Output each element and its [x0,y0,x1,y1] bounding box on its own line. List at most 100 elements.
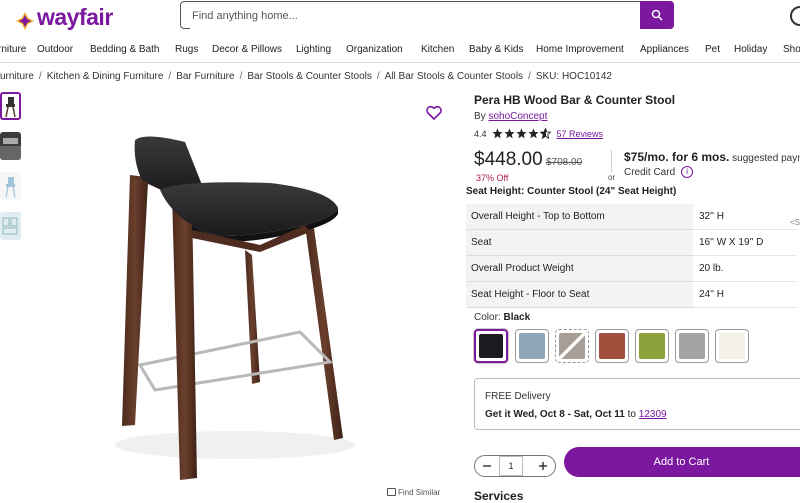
zip-link[interactable]: 12309 [639,409,667,420]
swatch-taupe[interactable] [555,329,589,363]
thumbnail-2[interactable] [0,132,21,160]
swatch-rust[interactable] [595,329,629,363]
quantity-input[interactable]: 1 [499,456,523,476]
spec-label: Overall Height - Top to Bottom [466,204,694,230]
breadcrumb: urniture / Kitchen & Dining Furniture / Bar … [0,71,612,82]
nav-item-organization[interactable]: Organization [346,44,403,55]
selected-color: Black [503,312,531,323]
delivery-box: FREE Delivery Get it Wed, Oct 8 - Sat, O… [474,378,800,430]
search-bar [180,1,674,29]
spec-value: 20 lb. [693,255,796,282]
financing-suffix: suggested paym [729,153,800,164]
seat-height-option: Seat Height: Counter Stool (24" Seat Hei… [466,186,677,197]
wayfair-logo-icon [16,9,34,30]
blue-stool-thumb-icon [5,177,16,198]
nav-item-outdoor[interactable]: Outdoor [37,44,73,55]
thumbnail-3[interactable] [0,172,21,200]
search-input[interactable] [190,3,649,29]
logo-text: wayfair [37,4,113,30]
spec-label: Overall Product Weight [466,255,694,282]
nav-item-shop[interactable]: Sho [783,44,800,55]
minus-icon [483,465,491,467]
search-button[interactable] [640,1,674,29]
brand-link[interactable]: sohoConcept [488,111,547,122]
services-heading: Services [474,489,524,503]
breadcrumb-item[interactable]: Kitchen & Dining Furniture [47,71,164,82]
or-label: or [608,173,616,182]
nav-item-rugs[interactable]: Rugs [175,44,198,55]
category-nav: rniture Outdoor Bedding & Bath Rugs Deco… [0,40,800,63]
star-icon [491,128,503,139]
swatch-fill [599,333,625,359]
plus-icon [539,462,547,470]
nav-item-baby-kids[interactable]: Baby & Kids [469,44,523,55]
nav-item-holiday[interactable]: Holiday [734,44,767,55]
nav-item-pet[interactable]: Pet [705,44,720,55]
sale-price: $448.00 [474,149,543,170]
discount-badge: 37% Off [476,173,509,183]
nav-item-kitchen[interactable]: Kitchen [421,44,454,55]
find-similar-label: Find Similar [398,488,441,497]
rating-value: 4.4 [474,128,487,139]
color-label: Color: Black [474,312,530,323]
add-to-cart-button[interactable]: Add to Cart [564,447,800,477]
credit-card-row: Credit Card i [624,166,694,178]
by-label: By [474,111,486,122]
sku: SKU: HOC10142 [535,71,612,82]
spec-value: 32'' H [693,204,796,230]
info-icon[interactable]: i [681,166,694,178]
stool-thumb-icon [5,97,16,118]
swatch-fill [639,333,665,359]
heart-icon[interactable] [425,104,443,122]
swatch-black[interactable] [474,329,508,363]
spec-row: Seat Height - Floor to Seat 24'' H [466,281,796,308]
financing-offer: $75/mo. for 6 mos. suggested paym [624,150,800,164]
search-icon [651,9,663,21]
breadcrumb-item[interactable]: urniture [0,71,34,82]
nav-item-decor[interactable]: Decor & Pillows [212,44,282,55]
product-image [115,136,355,480]
swatch-gray[interactable] [675,329,709,363]
delivery-window: Get it Wed, Oct 8 - Sat, Oct 11 [485,409,625,420]
nav-item-bedding[interactable]: Bedding & Bath [90,44,160,55]
star-rating [491,128,552,139]
increment-button[interactable] [531,456,555,476]
breadcrumb-item[interactable]: Bar Stools & Counter Stools [247,71,372,82]
byline: By sohoConcept [474,111,547,122]
account-icon[interactable] [790,6,800,26]
room-thumb-icon [0,138,21,160]
swatch-fill [679,333,705,359]
delivery-title: FREE Delivery [485,391,551,402]
find-similar-button[interactable]: Find Similar [387,488,440,497]
thumbnail-1[interactable] [0,92,21,120]
star-icon [527,128,539,139]
breadcrumb-item[interactable]: Bar Furniture [176,71,234,82]
swatch-fill [479,334,503,358]
star-icon [515,128,527,139]
reviews-link[interactable]: 57 Reviews [557,129,604,139]
financing-amount: $75/mo. for 6 mos. [624,150,730,164]
swatch-green[interactable] [635,329,669,363]
nav-item-furniture[interactable]: rniture [0,44,26,55]
spec-value: 24'' H [693,281,796,308]
nav-item-appliances[interactable]: Appliances [640,44,689,55]
decrement-button[interactable] [475,456,499,476]
thumbnail-4[interactable] [0,212,21,240]
edge-glyph: <S [790,218,800,227]
camera-icon [387,488,396,496]
nav-item-lighting[interactable]: Lighting [296,44,331,55]
nav-item-home-improvement[interactable]: Home Improvement [536,44,624,55]
swatch-cream[interactable] [715,329,749,363]
original-price: $708.00 [546,157,583,168]
swatch-fill [519,333,545,359]
rating-row: 4.4 57 Reviews [474,128,603,139]
spec-row: Overall Height - Top to Bottom 32'' H [466,204,796,230]
divider [611,150,612,172]
swatch-fill [719,333,745,359]
color-label-text: Color: [474,312,501,323]
dimension-thumb-icon [2,217,18,235]
delivery-date: Get it Wed, Oct 8 - Sat, Oct 11 to 12309 [485,409,667,420]
swatch-blue-gray[interactable] [515,329,549,363]
breadcrumb-item[interactable]: All Bar Stools & Counter Stools [385,71,523,82]
logo[interactable]: wayfair [16,4,113,31]
